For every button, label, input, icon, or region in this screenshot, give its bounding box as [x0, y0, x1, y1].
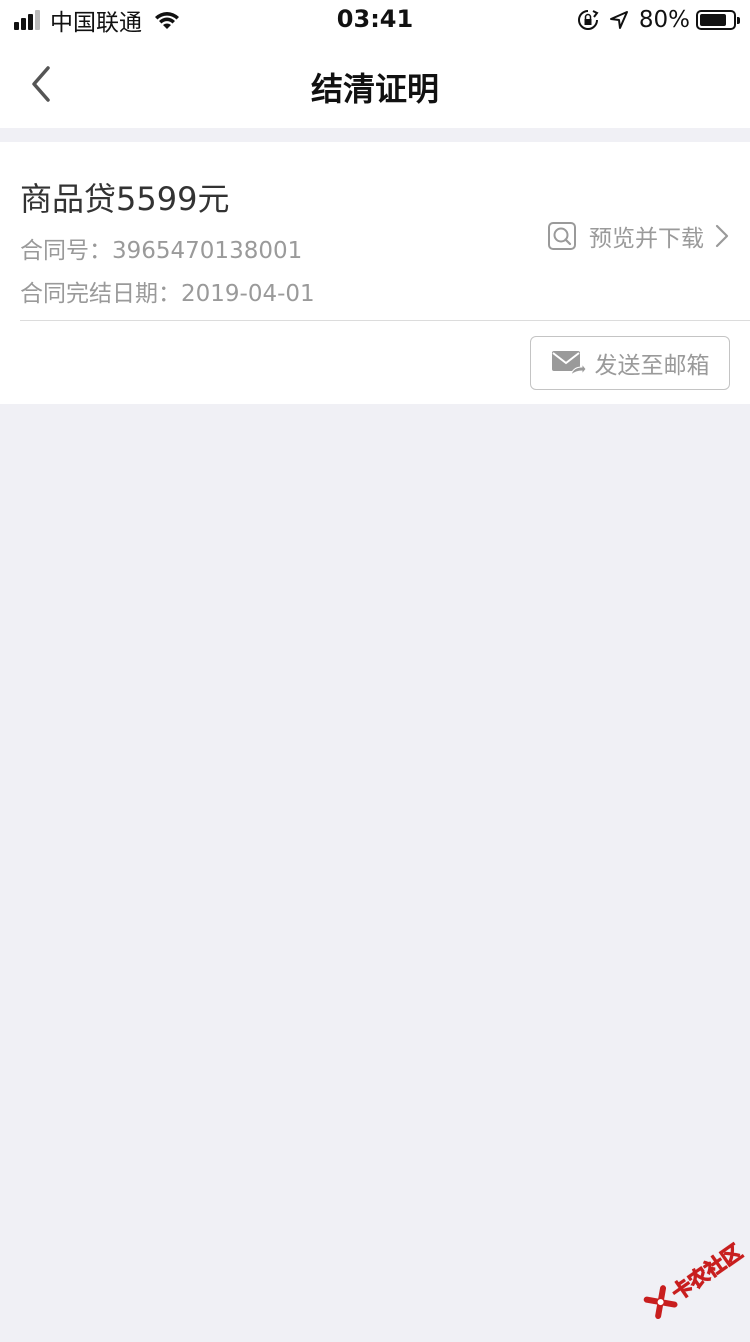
preview-download-label: 预览并下载: [589, 226, 704, 252]
rotation-lock-icon: [577, 10, 599, 30]
mail-forward-icon: [551, 351, 587, 377]
location-arrow-icon: [609, 11, 628, 29]
complete-date-row: 合同完结日期：2019-04-01: [20, 274, 315, 308]
search-document-icon: [548, 222, 576, 250]
contract-number-value: 3965470138001: [112, 238, 303, 264]
page-title: 结清证明: [310, 70, 439, 108]
product-name: 商品贷: [20, 180, 117, 218]
chevron-right-icon: [715, 224, 729, 248]
battery-percent: 80%: [638, 7, 690, 33]
contract-number-label: 合同号：: [20, 238, 112, 264]
send-to-email-label: 发送至邮箱: [594, 353, 710, 379]
complete-date-label: 合同完结日期：: [20, 281, 181, 307]
loan-amount: 5599元: [116, 180, 230, 218]
complete-date-value: 2019-04-01: [181, 281, 315, 307]
watermark-text: 卡农社区: [666, 1238, 747, 1305]
battery-fill: [700, 14, 726, 26]
loan-title: 商品贷5599元: [20, 174, 229, 220]
send-to-email-button[interactable]: 发送至邮箱: [530, 336, 730, 390]
contract-number-row: 合同号：3965470138001: [20, 231, 302, 265]
nav-bar: 结清证明: [0, 40, 750, 128]
preview-download-link[interactable]: 预览并下载: [547, 218, 730, 254]
watermark: 卡农社区: [627, 1214, 750, 1342]
status-bar: 中国联通 03:41 80%: [0, 0, 750, 40]
battery-icon: [696, 10, 740, 30]
status-right: 80%: [577, 6, 740, 34]
certificate-card: 商品贷5599元 合同号：3965470138001 合同完结日期：2019-0…: [0, 142, 750, 404]
card-divider: [20, 320, 750, 321]
